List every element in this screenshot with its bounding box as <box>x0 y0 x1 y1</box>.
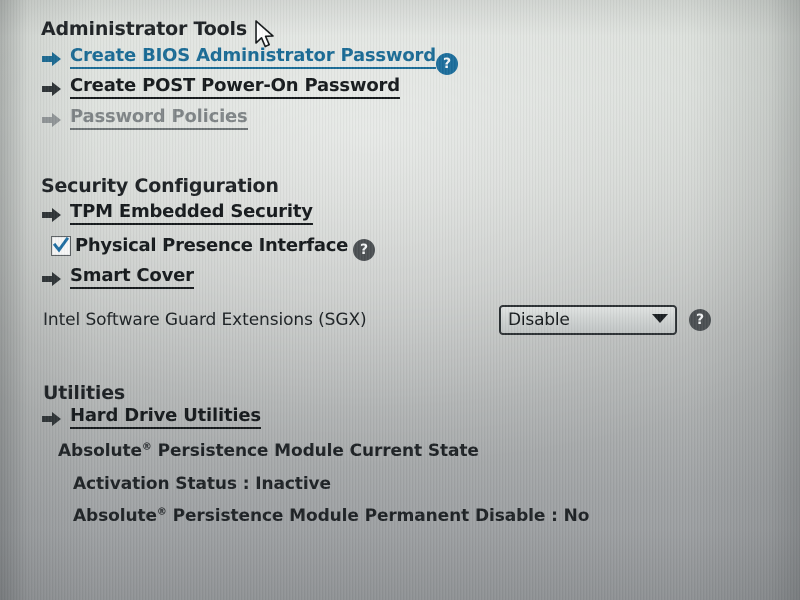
menu-item-label: Hard Drive Utilities <box>70 406 261 429</box>
help-icon-physical-presence-interface[interactable]: ? <box>353 239 375 261</box>
label-part-pre: Absolute <box>58 441 142 461</box>
label-part-pre: Absolute <box>73 506 157 526</box>
label-part-post: Persistence Module Current State <box>151 441 479 461</box>
checkbox-label: Physical Presence Interface <box>75 235 348 256</box>
label-part-post: Persistence Module Permanent Disable : N… <box>166 506 590 526</box>
setting-label-intel-software-guard-extensions: Intel Software Guard Extensions (SGX) <box>43 310 367 330</box>
menu-item-label: Create POST Power-On Password <box>70 76 400 99</box>
arrow-right-icon <box>41 111 63 129</box>
arrow-right-icon <box>41 410 63 428</box>
help-icon-intel-software-guard-extensions[interactable]: ? <box>689 309 711 331</box>
chevron-down-icon <box>652 313 668 323</box>
help-icon-create-bios-administrator-password[interactable]: ? <box>436 53 458 75</box>
menu-item-label: Smart Cover <box>70 266 194 289</box>
section-title-utilities: Utilities <box>43 382 126 404</box>
menu-item-create-bios-administrator-password[interactable]: Create BIOS Administrator Password <box>41 46 436 69</box>
registered-mark-icon: ® <box>141 441 152 453</box>
menu-item-smart-cover[interactable]: Smart Cover <box>41 266 194 289</box>
menu-item-password-policies: Password Policies <box>41 107 248 130</box>
dropdown-intel-software-guard-extensions[interactable]: Disable <box>499 305 677 335</box>
arrow-right-icon <box>41 206 63 224</box>
menu-item-tpm-embedded-security[interactable]: TPM Embedded Security <box>41 202 313 225</box>
section-title-administrator-tools: Administrator Tools <box>41 18 247 40</box>
checkbox-physical-presence-interface[interactable] <box>51 235 71 256</box>
menu-item-hard-drive-utilities[interactable]: Hard Drive Utilities <box>41 406 261 429</box>
registered-mark-icon: ® <box>156 506 167 518</box>
menu-item-create-post-power-on-password[interactable]: Create POST Power-On Password <box>41 76 400 99</box>
menu-item-label: TPM Embedded Security <box>70 202 313 225</box>
bios-security-screen: Administrator Tools Create BIOS Administ… <box>0 0 800 600</box>
arrow-right-icon <box>41 270 63 288</box>
menu-item-label: Password Policies <box>70 107 248 130</box>
absolute-persistence-module-permanent-disable-value: Absolute® Persistence Module Permanent D… <box>73 506 589 526</box>
menu-item-label: Create BIOS Administrator Password <box>70 46 436 69</box>
section-title-security-configuration: Security Configuration <box>41 175 279 197</box>
arrow-right-icon <box>41 80 63 98</box>
arrow-right-icon <box>41 50 63 68</box>
absolute-persistence-module-current-state-heading: Absolute® Persistence Module Current Sta… <box>58 441 479 461</box>
activation-status-value: Activation Status : Inactive <box>73 474 331 494</box>
checkbox-row-physical-presence-interface[interactable]: Physical Presence Interface <box>51 235 348 256</box>
dropdown-selected-value: Disable <box>508 310 570 330</box>
